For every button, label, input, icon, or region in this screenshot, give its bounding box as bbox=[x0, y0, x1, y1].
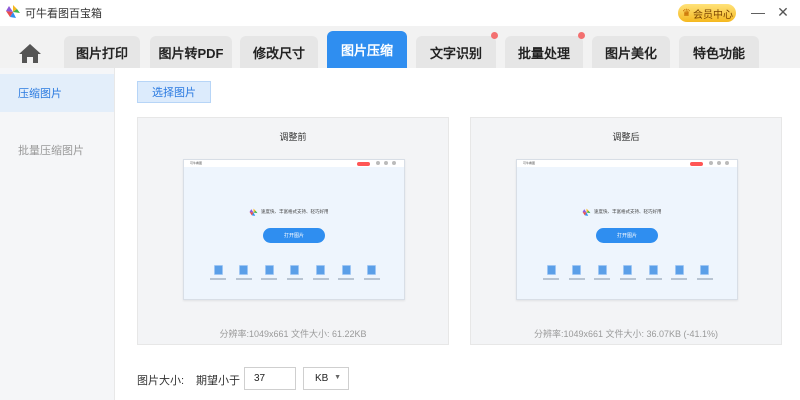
preview-feature-icon bbox=[669, 265, 689, 287]
preview-control-dot bbox=[376, 161, 380, 165]
preview-feature-icon bbox=[259, 265, 279, 287]
preview-feature-icon bbox=[208, 265, 228, 287]
preview-feature-icon bbox=[234, 265, 254, 287]
select-image-label: 选择图片 bbox=[152, 87, 196, 99]
preview-feature-icon bbox=[567, 265, 587, 287]
preview-feature-icon bbox=[336, 265, 356, 287]
sidebar-item-label: 压缩图片 bbox=[18, 88, 62, 100]
tab-ocr[interactable]: 文字识别 bbox=[416, 32, 498, 68]
tab-batch[interactable]: 批量处理 bbox=[505, 32, 585, 68]
vip-center-button[interactable]: ♛ 会员中心 bbox=[678, 4, 736, 22]
tab-image-compress[interactable]: 图片压缩 bbox=[327, 31, 407, 68]
preview-open-button: 打开图片 bbox=[596, 228, 658, 243]
tab-image-to-pdf[interactable]: 图片转PDF bbox=[150, 36, 232, 68]
home-icon bbox=[19, 44, 41, 63]
sidebar-item-compress[interactable]: 压缩图片 bbox=[0, 74, 114, 112]
preview-feature-icon bbox=[695, 265, 715, 287]
tab-resize[interactable]: 修改尺寸 bbox=[240, 36, 318, 68]
preview-feature-icon bbox=[618, 265, 638, 287]
tab-beautify[interactable]: 图片美化 bbox=[592, 36, 670, 68]
preview-logo-icon bbox=[582, 208, 591, 216]
preview-feature-icon bbox=[362, 265, 382, 287]
sidebar-item-batch-compress[interactable]: 批量压缩图片 bbox=[0, 126, 114, 174]
before-preview: 可牛看图 速度快、丰富格式支持、轻巧好用 打开图片 bbox=[183, 159, 405, 300]
tab-label: 特色功能 bbox=[692, 45, 745, 61]
after-panel: 调整后 可牛看图 速度快、丰富格式支持、轻巧好用 打开图片 分辨率:1049x6… bbox=[470, 117, 782, 345]
before-panel: 调整前 可牛看图 速度快、丰富格式支持、轻巧好用 打开图片 分辨率:1049x6… bbox=[137, 117, 449, 345]
tab-features[interactable]: 特色功能 bbox=[679, 36, 759, 68]
tab-label: 图片美化 bbox=[604, 45, 657, 61]
vip-label: 会员中心 bbox=[692, 9, 733, 21]
preview-control-dot bbox=[384, 161, 388, 165]
preview-slogan: 速度快、丰富格式支持、轻巧好用 bbox=[594, 208, 662, 214]
image-size-label: 图片大小: bbox=[137, 375, 185, 387]
preview-app-name: 可牛看图 bbox=[523, 160, 536, 165]
preview-feature-icon bbox=[592, 265, 612, 287]
crown-icon: ♛ bbox=[682, 7, 691, 19]
close-button[interactable]: ✕ bbox=[773, 2, 793, 22]
app-title: 可牛看图百宝箱 bbox=[25, 8, 102, 20]
tab-label: 图片转PDF bbox=[158, 45, 224, 61]
home-button[interactable] bbox=[14, 38, 46, 68]
preview-control-dot bbox=[717, 161, 721, 165]
after-file-info: 分辨率:1049x661 文件大小: 36.07KB (-41.1%) bbox=[533, 329, 719, 339]
sidebar: 压缩图片 批量压缩图片 bbox=[0, 68, 115, 400]
expect-less-than-label: 期望小于 bbox=[196, 375, 240, 387]
preview-feature-icons bbox=[541, 265, 715, 287]
preview-control-dot bbox=[725, 161, 729, 165]
preview-vip-badge bbox=[690, 161, 703, 166]
tab-image-print[interactable]: 图片打印 bbox=[64, 36, 140, 68]
preview-feature-icons bbox=[208, 265, 382, 287]
preview-control-dot bbox=[392, 161, 396, 165]
before-title: 调整前 bbox=[279, 132, 307, 142]
preview-open-label: 打开图片 bbox=[283, 233, 304, 239]
preview-control-dot bbox=[709, 161, 713, 165]
target-size-input[interactable]: 37 bbox=[244, 367, 296, 390]
preview-titlebar: 可牛看图 bbox=[184, 160, 404, 167]
title-bar: 可牛看图百宝箱 ♛ 会员中心 — ✕ bbox=[0, 0, 800, 26]
preview-slogan: 速度快、丰富格式支持、轻巧好用 bbox=[261, 208, 329, 214]
tab-label: 批量处理 bbox=[517, 45, 570, 61]
preview-open-label: 打开图片 bbox=[616, 233, 637, 239]
select-image-button[interactable]: 选择图片 bbox=[137, 81, 211, 103]
preview-app-name: 可牛看图 bbox=[190, 160, 203, 165]
preview-vip-badge bbox=[357, 161, 370, 166]
unit-dropdown[interactable]: KB ▼ bbox=[303, 367, 349, 390]
after-title: 调整后 bbox=[612, 132, 640, 142]
preview-open-button: 打开图片 bbox=[263, 228, 325, 243]
preview-feature-icon bbox=[541, 265, 561, 287]
tab-label: 文字识别 bbox=[429, 45, 482, 61]
tab-label: 修改尺寸 bbox=[252, 45, 305, 61]
notification-dot bbox=[578, 32, 585, 39]
notification-dot bbox=[491, 32, 498, 39]
sidebar-item-label: 批量压缩图片 bbox=[18, 145, 84, 157]
tab-bar: 图片打印 图片转PDF 修改尺寸 图片压缩 文字识别 批量处理 图片美化 特色功… bbox=[0, 26, 800, 68]
preview-feature-icon bbox=[285, 265, 305, 287]
after-preview: 可牛看图 速度快、丰富格式支持、轻巧好用 打开图片 bbox=[516, 159, 738, 300]
minimize-button[interactable]: — bbox=[748, 2, 768, 22]
preview-titlebar: 可牛看图 bbox=[517, 160, 737, 167]
before-file-info: 分辨率:1049x661 文件大小: 61.22KB bbox=[219, 329, 367, 339]
tab-label: 图片压缩 bbox=[340, 43, 393, 58]
preview-logo-icon bbox=[249, 208, 258, 216]
preview-feature-icon bbox=[311, 265, 331, 287]
tab-label: 图片打印 bbox=[75, 45, 128, 61]
chevron-down-icon: ▼ bbox=[334, 374, 341, 381]
preview-feature-icon bbox=[644, 265, 664, 287]
unit-value: KB bbox=[315, 373, 329, 384]
app-logo-icon bbox=[6, 5, 20, 18]
